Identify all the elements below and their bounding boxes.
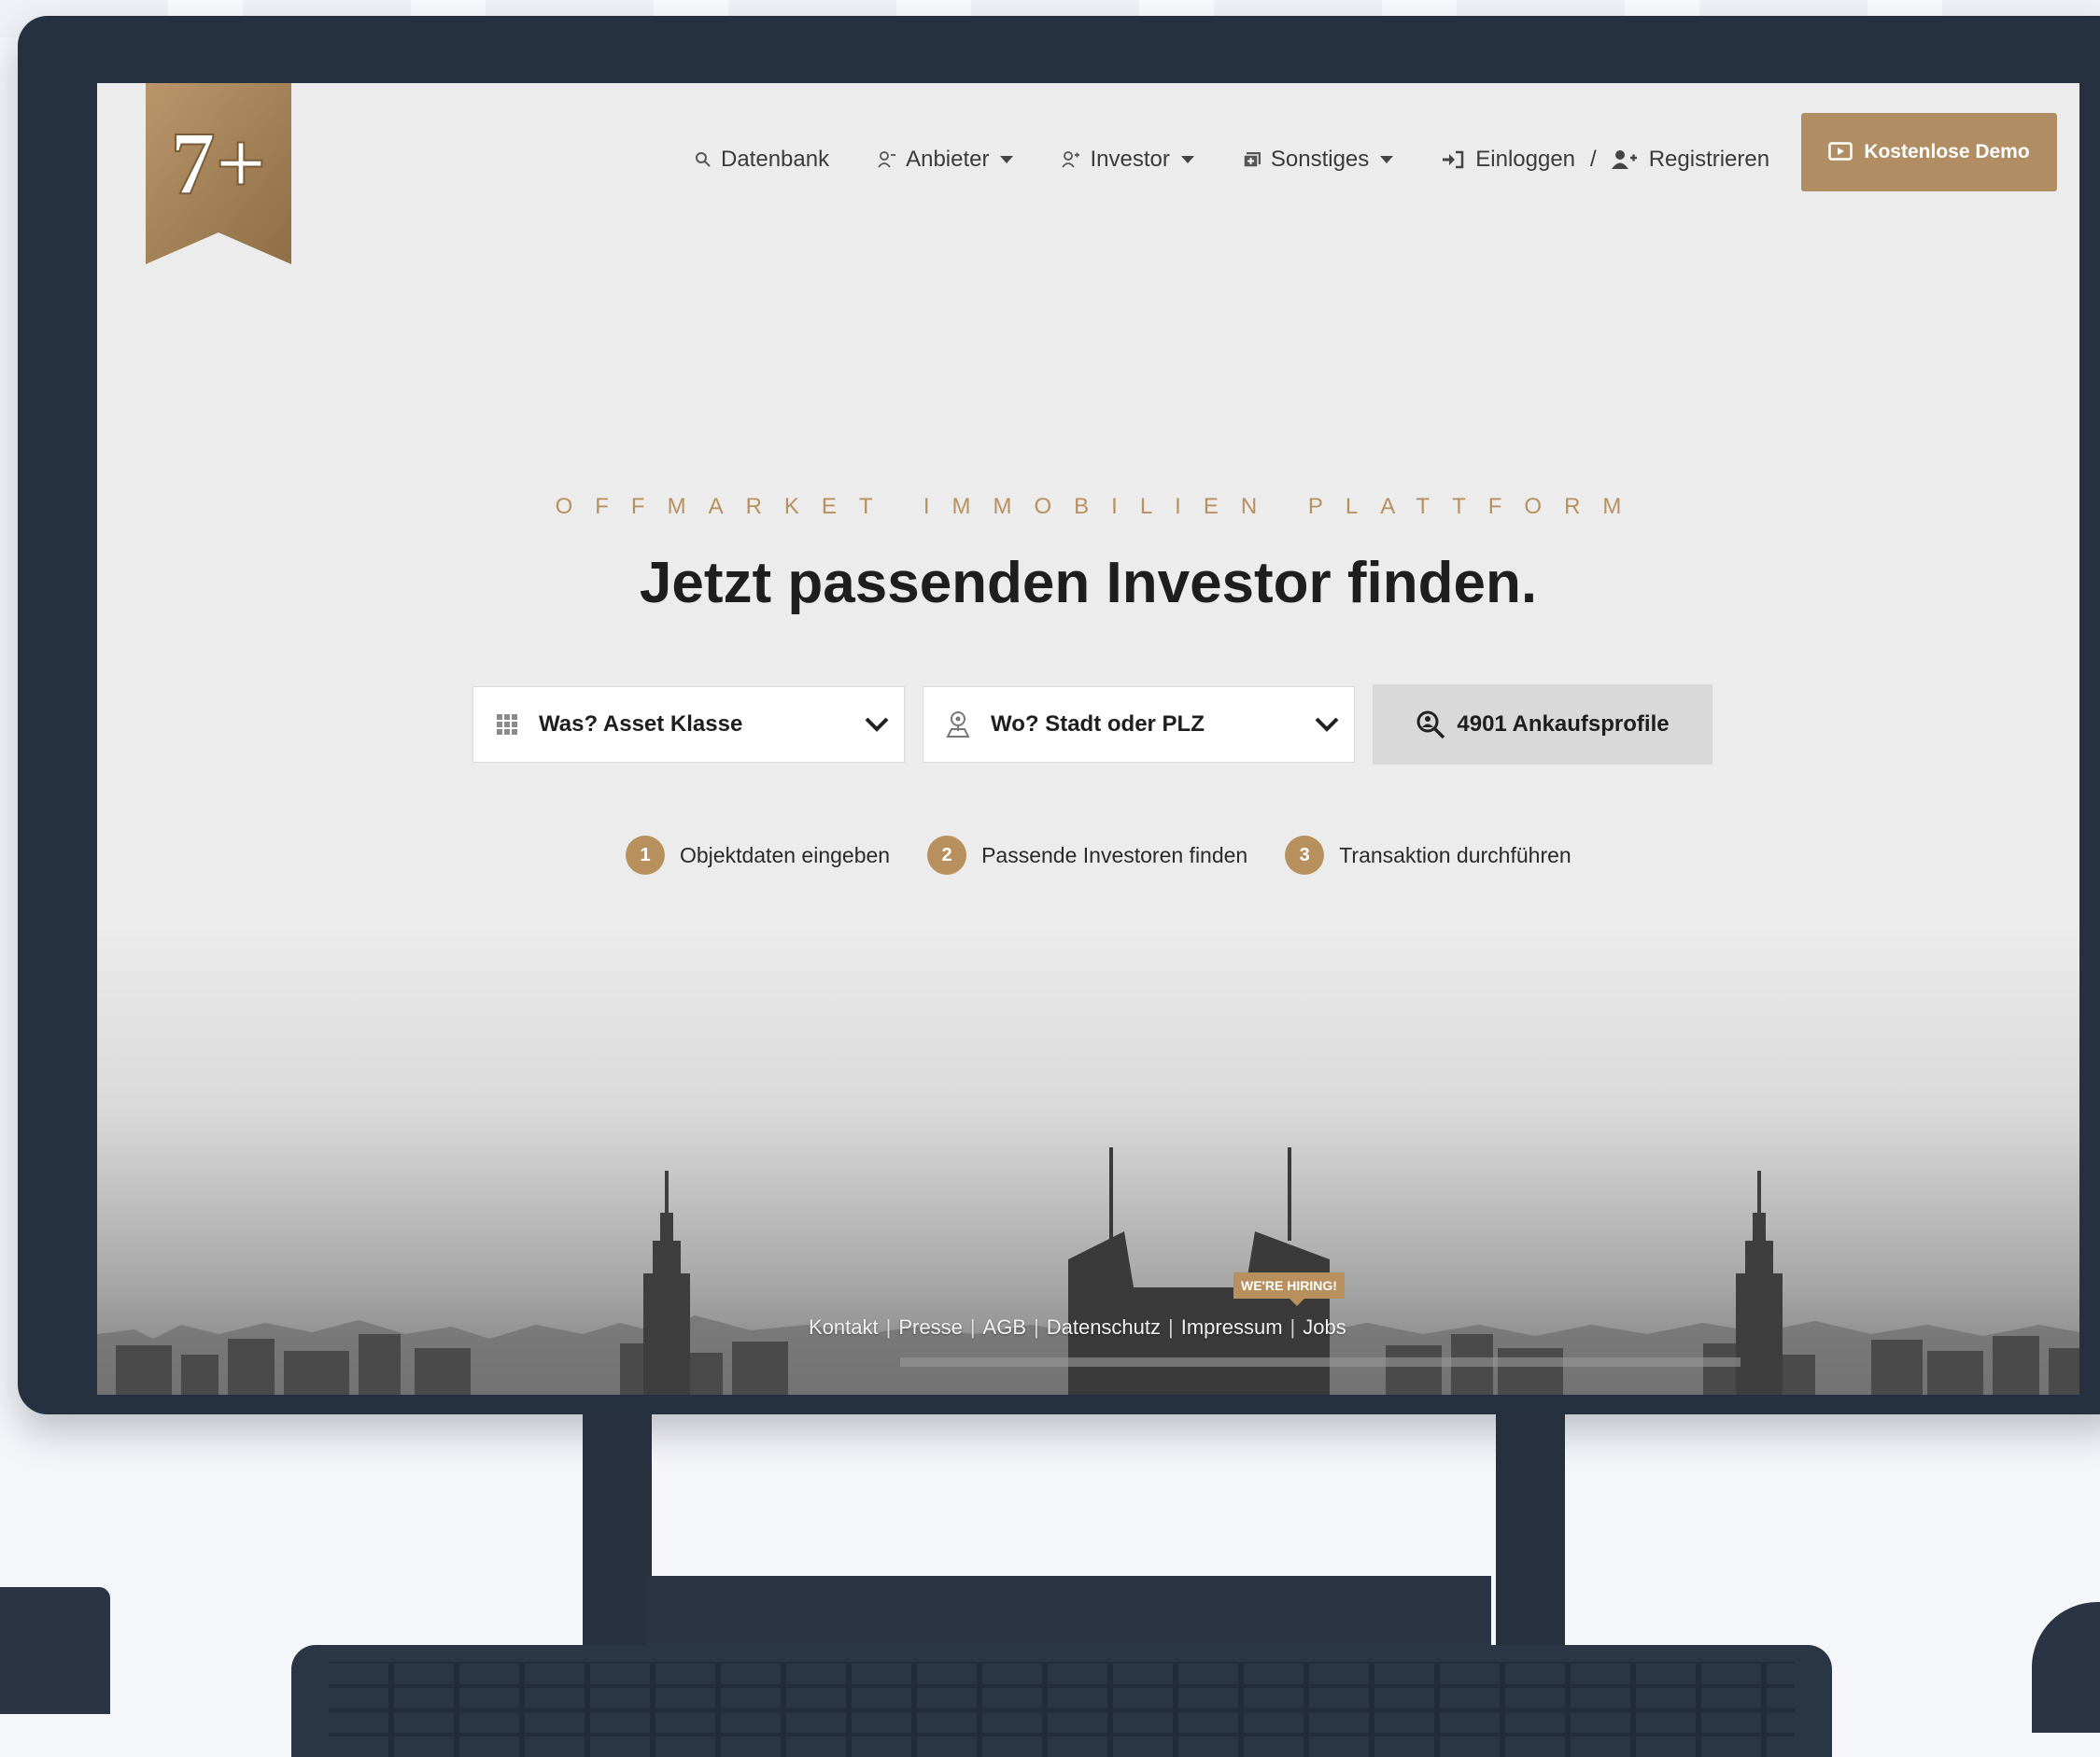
map-pin-icon <box>946 710 970 738</box>
chevron-down-icon <box>865 713 889 739</box>
chevron-down-icon <box>1315 713 1339 739</box>
search-bar: Was? Asset Klasse Wo? Stadt oder PLZ 490 <box>472 684 1712 765</box>
desk-cup <box>0 1587 110 1714</box>
nav-investor-label: Investor <box>1090 147 1170 172</box>
free-demo-label: Kostenlose Demo <box>1864 141 2030 162</box>
logo[interactable]: 7+ <box>146 83 291 264</box>
location-select[interactable]: Wo? Stadt oder PLZ <box>923 686 1355 763</box>
step-number: 2 <box>927 836 967 875</box>
monitor-stand-left <box>583 1412 652 1664</box>
step-number: 1 <box>626 836 665 875</box>
auth-links: Einloggen / Registrieren <box>1442 147 1769 173</box>
step-label: Objektdaten eingeben <box>680 842 891 867</box>
footer-separator: | <box>969 1315 976 1339</box>
logo-text: 7+ <box>171 113 267 213</box>
chevron-down-icon <box>1000 156 1014 163</box>
hiring-badge[interactable]: WE'RE HIRING! <box>1233 1272 1345 1306</box>
footer-separator: | <box>885 1315 892 1339</box>
chevron-down-icon <box>1380 156 1394 163</box>
nav-sonstiges[interactable]: Sonstiges <box>1243 147 1394 173</box>
nav-anbieter-label: Anbieter <box>906 147 990 172</box>
footer-separator: | <box>1290 1315 1296 1339</box>
footer-link-datenschutz[interactable]: Datenschutz <box>1047 1315 1161 1340</box>
grid-icon <box>496 713 518 736</box>
auth-separator: / <box>1590 147 1597 172</box>
location-label: Wo? Stadt oder PLZ <box>991 711 1205 737</box>
footer-link-presse[interactable]: Presse <box>898 1315 962 1340</box>
user-minus-icon <box>878 151 896 168</box>
search-icon <box>695 151 712 168</box>
asset-class-select[interactable]: Was? Asset Klasse <box>472 686 905 763</box>
main-nav: Datenbank Anbieter Investor Sonstiges Ei… <box>695 141 1769 178</box>
register-link[interactable]: Registrieren <box>1649 147 1769 173</box>
chevron-down-icon <box>1180 156 1194 163</box>
monitor-stand-right <box>1496 1412 1565 1664</box>
monitor-frame: 7+ Datenbank Anbieter Investor Sonstiges… <box>18 16 2100 1414</box>
user-plus-icon <box>1611 149 1638 170</box>
nav-datenbank[interactable]: Datenbank <box>695 147 829 173</box>
website-screen: 7+ Datenbank Anbieter Investor Sonstiges… <box>97 83 2079 1395</box>
free-demo-button[interactable]: Kostenlose Demo <box>1801 113 2057 191</box>
plus-square-icon <box>1243 151 1261 168</box>
footer-link-kontakt[interactable]: Kontakt <box>809 1315 879 1340</box>
footer-link-jobs[interactable]: Jobs <box>1303 1315 1346 1340</box>
desk-mouse <box>2032 1602 2100 1733</box>
step-label: Passende Investoren finden <box>981 842 1248 867</box>
sign-in-icon <box>1442 150 1464 169</box>
step-1: 1 Objektdaten eingeben <box>626 836 890 875</box>
login-link[interactable]: Einloggen <box>1475 147 1575 173</box>
search-button[interactable]: 4901 Ankaufsprofile <box>1373 684 1712 765</box>
step-label: Transaktion durchführen <box>1339 842 1571 867</box>
hero-headline: Jetzt passenden Investor finden. <box>639 551 1538 615</box>
nav-sonstiges-label: Sonstiges <box>1270 147 1370 172</box>
footer-separator: | <box>1034 1315 1039 1339</box>
process-steps: 1 Objektdaten eingeben 2 Passende Invest… <box>626 836 1609 875</box>
play-icon <box>1828 142 1853 162</box>
search-icon <box>1416 710 1445 739</box>
footer-links: Kontakt | Presse | AGB | Datenschutz | I… <box>809 1315 1346 1340</box>
keyboard-keys <box>329 1662 1795 1757</box>
step-2: 2 Passende Investoren finden <box>927 836 1247 875</box>
keyboard <box>291 1645 1832 1757</box>
search-button-label: 4901 Ankaufsprofile <box>1457 711 1670 737</box>
user-plus-icon <box>1062 151 1080 168</box>
step-3: 3 Transaktion durchführen <box>1285 836 1571 875</box>
step-number: 3 <box>1285 836 1325 875</box>
footer-separator: | <box>1168 1315 1174 1339</box>
hero-eyebrow: OFFMARKET IMMOBILIEN PLATTFORM <box>555 494 1644 519</box>
nav-datenbank-label: Datenbank <box>721 147 830 172</box>
nav-investor[interactable]: Investor <box>1062 147 1194 173</box>
footer-link-impressum[interactable]: Impressum <box>1181 1315 1283 1340</box>
asset-class-label: Was? Asset Klasse <box>539 711 743 737</box>
nav-anbieter[interactable]: Anbieter <box>878 147 1014 173</box>
footer-link-agb[interactable]: AGB <box>983 1315 1026 1340</box>
